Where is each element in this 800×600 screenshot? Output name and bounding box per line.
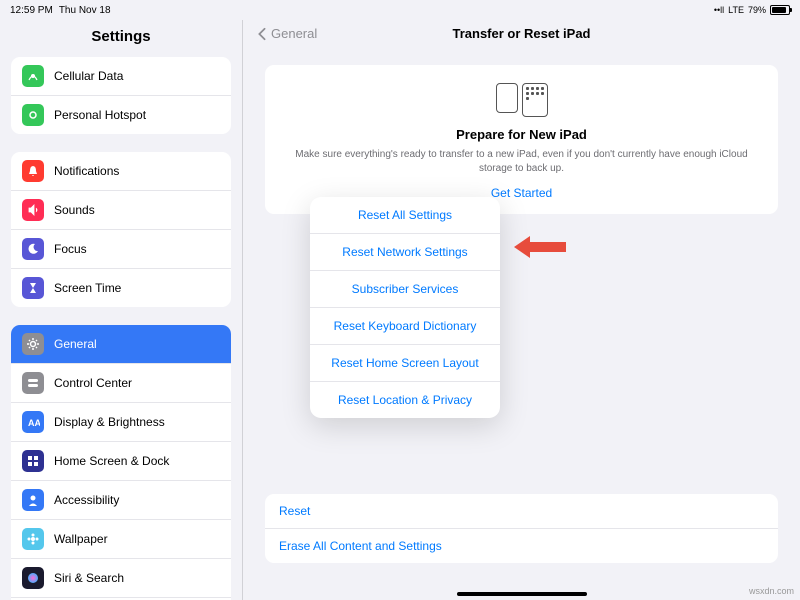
reset-all-settings[interactable]: Reset All Settings: [310, 197, 500, 234]
sidebar-item-focus[interactable]: Focus: [11, 230, 231, 269]
status-time: 12:59 PM: [10, 5, 53, 16]
battery-icon: [770, 5, 790, 15]
sidebar-item-label: Notifications: [54, 164, 119, 178]
watermark: wsxdn.com: [749, 586, 794, 596]
reset-location-privacy[interactable]: Reset Location & Privacy: [310, 382, 500, 418]
sidebar-item-general[interactable]: General: [11, 325, 231, 364]
sidebar-item-home-screen-dock[interactable]: Home Screen & Dock: [11, 442, 231, 481]
battery-label: 79%: [748, 5, 766, 15]
sidebar-item-notifications[interactable]: Notifications: [11, 152, 231, 191]
aa-icon: AA: [22, 411, 44, 433]
subscriber-services[interactable]: Subscriber Services: [310, 271, 500, 308]
card-description: Make sure everything's ready to transfer…: [287, 148, 756, 176]
reset-keyboard-dictionary[interactable]: Reset Keyboard Dictionary: [310, 308, 500, 345]
page-title: Transfer or Reset iPad: [453, 26, 591, 41]
sidebar-item-label: Accessibility: [54, 493, 119, 507]
sidebar-item-label: Display & Brightness: [54, 415, 165, 429]
sidebar-item-label: Personal Hotspot: [54, 108, 146, 122]
sidebar-item-personal-hotspot[interactable]: Personal Hotspot: [11, 96, 231, 134]
sidebar-item-label: Control Center: [54, 376, 132, 390]
reset-home-screen-layout[interactable]: Reset Home Screen Layout: [310, 345, 500, 382]
grid-icon: [22, 450, 44, 472]
moon-icon: [22, 238, 44, 260]
ipad-transfer-icon: [287, 83, 756, 117]
back-button[interactable]: General: [257, 26, 317, 41]
hourglass-icon: [22, 277, 44, 299]
sidebar-item-label: Siri & Search: [54, 571, 124, 585]
sidebar-title: Settings: [0, 20, 242, 57]
link-icon: [22, 104, 44, 126]
sidebar-item-siri-search[interactable]: Siri & Search: [11, 559, 231, 598]
status-bar: 12:59 PM Thu Nov 18 ••ll LTE 79%: [0, 0, 800, 20]
sidebar-item-label: Cellular Data: [54, 69, 123, 83]
sidebar-item-label: Wallpaper: [54, 532, 108, 546]
reset-section: Reset Erase All Content and Settings: [265, 494, 778, 563]
sidebar-item-label: Sounds: [54, 203, 95, 217]
chevron-left-icon: [257, 27, 267, 41]
reset-button[interactable]: Reset: [265, 494, 778, 529]
signal-icon: ••ll: [714, 5, 724, 15]
siri-icon: [22, 567, 44, 589]
sidebar-item-label: Focus: [54, 242, 87, 256]
antenna-icon: [22, 65, 44, 87]
sidebar-item-display-brightness[interactable]: AA Display & Brightness: [11, 403, 231, 442]
prepare-card: Prepare for New iPad Make sure everythin…: [265, 65, 778, 214]
switches-icon: [22, 372, 44, 394]
sidebar-item-label: Home Screen & Dock: [54, 454, 169, 468]
back-label: General: [271, 26, 317, 41]
bell-icon: [22, 160, 44, 182]
erase-all-button[interactable]: Erase All Content and Settings: [265, 529, 778, 563]
sidebar-item-screen-time[interactable]: Screen Time: [11, 269, 231, 307]
gear-icon: [22, 333, 44, 355]
sidebar-item-label: General: [54, 337, 97, 351]
flower-icon: [22, 528, 44, 550]
speaker-icon: [22, 199, 44, 221]
sidebar-item-label: Screen Time: [54, 281, 121, 295]
person-icon: [22, 489, 44, 511]
svg-text:AA: AA: [28, 418, 40, 428]
sidebar-item-control-center[interactable]: Control Center: [11, 364, 231, 403]
carrier-label: LTE: [728, 5, 744, 15]
settings-sidebar: Settings Cellular Data Personal Hotspot N…: [0, 20, 243, 600]
card-title: Prepare for New iPad: [287, 127, 756, 142]
status-date: Thu Nov 18: [59, 5, 111, 16]
sidebar-item-wallpaper[interactable]: Wallpaper: [11, 520, 231, 559]
sidebar-item-accessibility[interactable]: Accessibility: [11, 481, 231, 520]
annotation-arrow-icon: [514, 236, 566, 263]
reset-network-settings[interactable]: Reset Network Settings: [310, 234, 500, 271]
sidebar-item-cellular-data[interactable]: Cellular Data: [11, 57, 231, 96]
home-indicator[interactable]: [457, 592, 587, 596]
reset-popover: Reset All Settings Reset Network Setting…: [310, 197, 500, 418]
sidebar-item-sounds[interactable]: Sounds: [11, 191, 231, 230]
